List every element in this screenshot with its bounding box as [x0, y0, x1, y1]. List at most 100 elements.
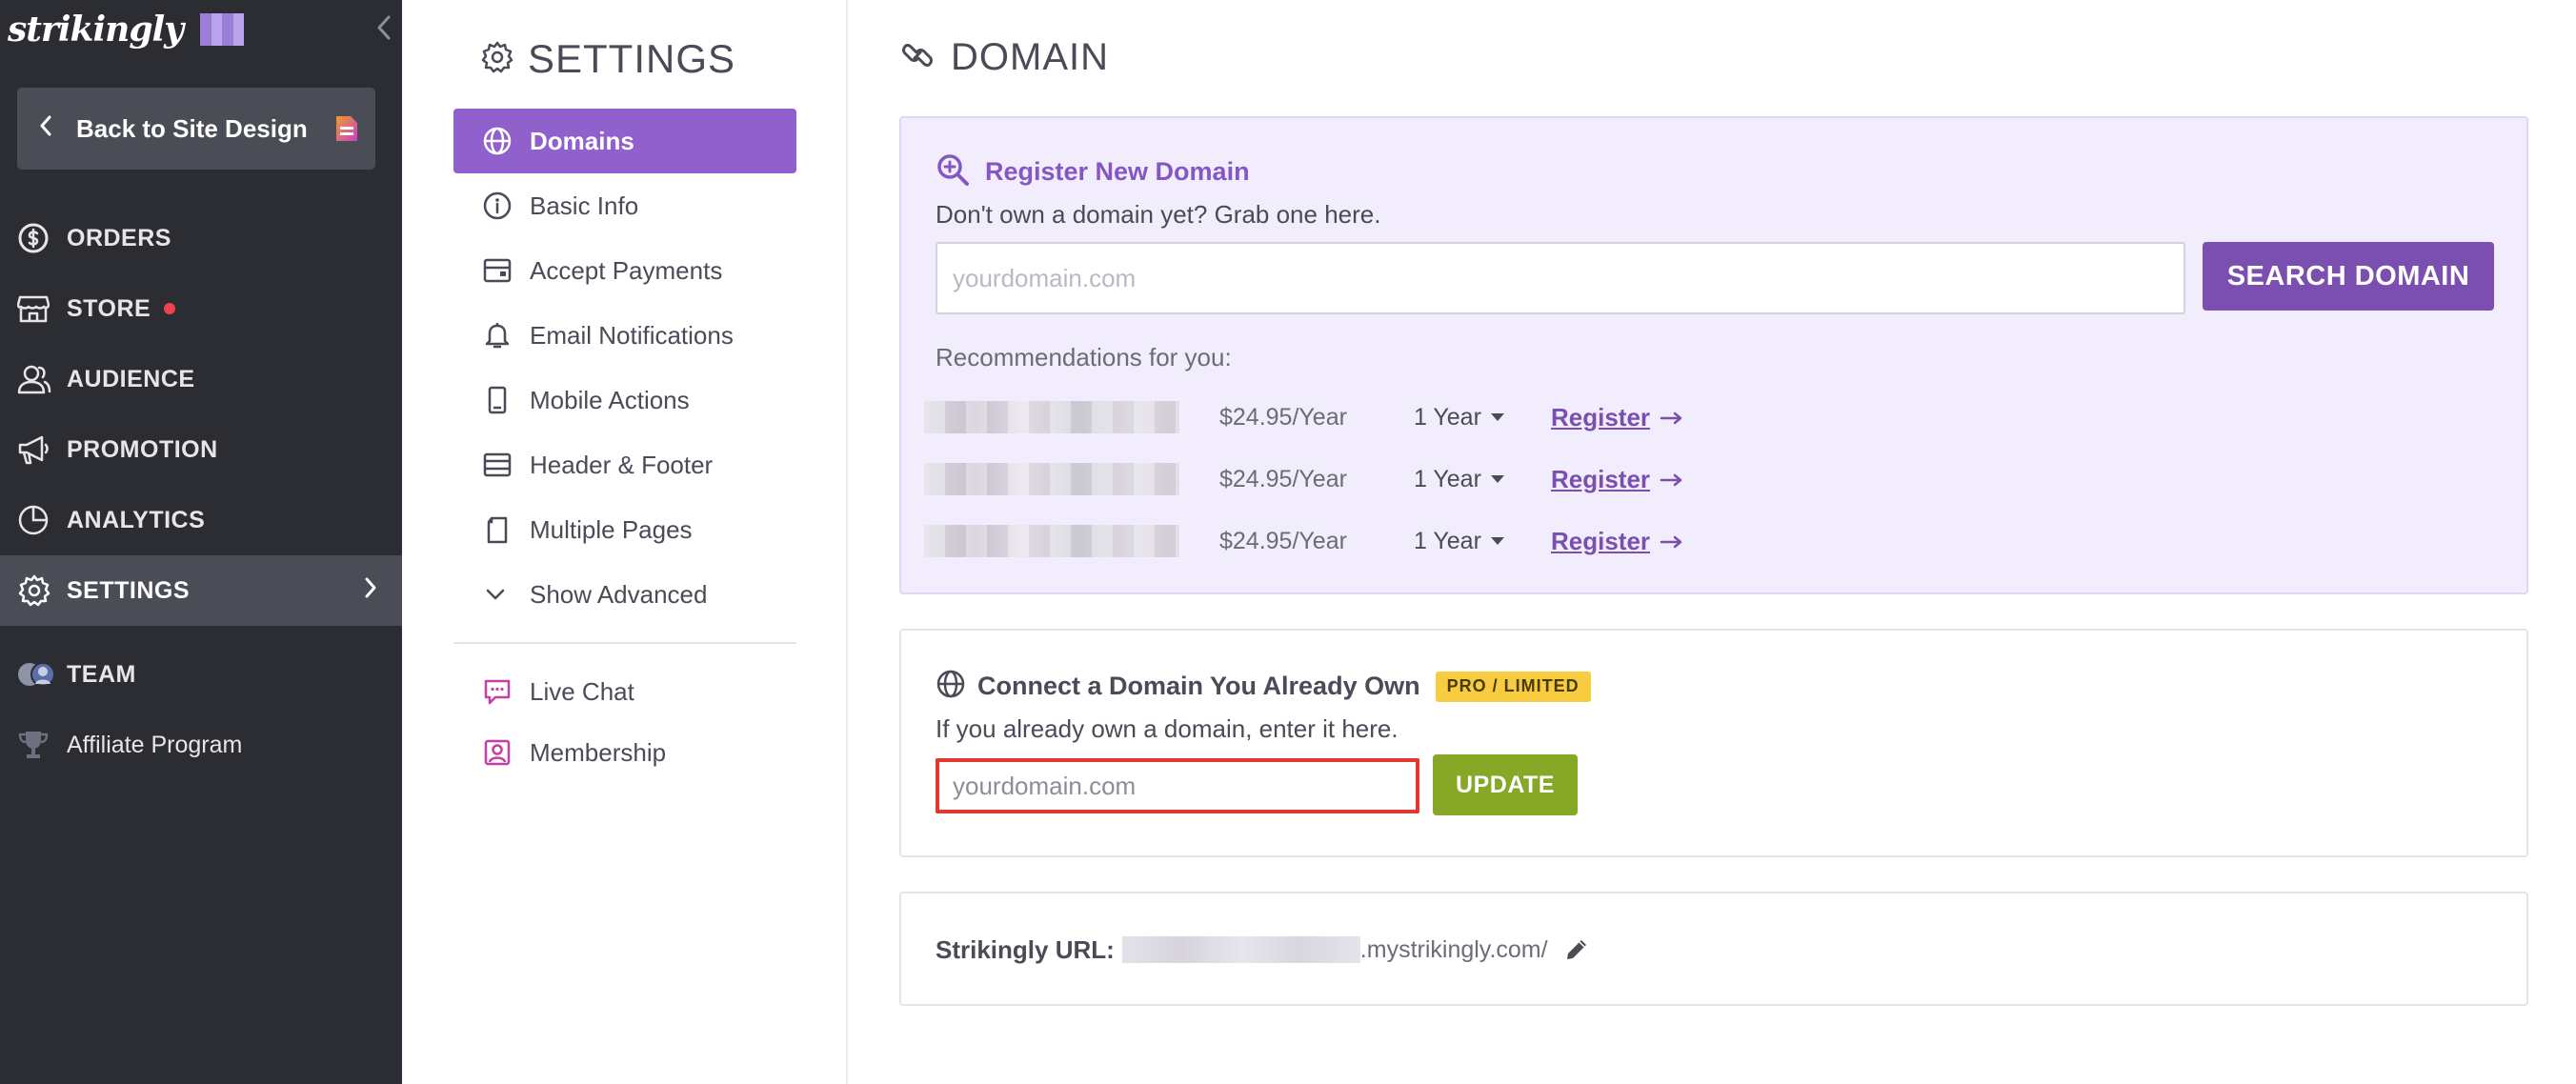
- main-nav: ORDERS STORE AUDIENCE PROMOTION ANALYTIC…: [0, 203, 402, 780]
- nav-item-label: ORDERS: [67, 224, 171, 251]
- settings-menu-label: Domains: [530, 126, 634, 155]
- domain-title: DOMAIN: [951, 36, 1109, 78]
- connect-domain-title: Connect a Domain You Already Own: [977, 672, 1420, 700]
- settings-menu-label: Basic Info: [530, 191, 639, 220]
- register-link[interactable]: Register: [1551, 403, 1684, 432]
- register-link[interactable]: Register: [1551, 465, 1684, 494]
- payment-card-icon: [482, 253, 530, 288]
- strikingly-url-label: Strikingly URL:: [936, 934, 1115, 964]
- nav-item-affiliate-program[interactable]: Affiliate Program: [0, 710, 402, 780]
- settings-menu-live-chat[interactable]: Live Chat: [453, 661, 796, 722]
- team-avatars-icon: [17, 655, 67, 693]
- store-icon: [17, 290, 67, 328]
- settings-menu-domains[interactable]: Domains: [453, 109, 796, 173]
- settings-panel: SETTINGS Domains Basic Info Accept Payme…: [402, 0, 848, 1084]
- connect-domain-heading: Connect a Domain You Already Own PRO / L…: [936, 669, 1591, 704]
- settings-menu-basic-info[interactable]: Basic Info: [453, 173, 796, 238]
- settings-menu-label: Header & Footer: [530, 450, 714, 479]
- settings-menu-membership[interactable]: Membership: [453, 722, 796, 783]
- nav-item-label: STORE: [67, 294, 151, 322]
- audience-icon: [17, 360, 67, 398]
- connect-domain-input[interactable]: [936, 758, 1419, 813]
- redacted-subdomain: [1121, 936, 1360, 963]
- strikingly-url-suffix: .mystrikingly.com/: [1359, 935, 1548, 963]
- settings-menu-label: Membership: [530, 737, 667, 767]
- nav-item-team[interactable]: TEAM: [0, 639, 402, 710]
- megaphone-icon: [17, 431, 67, 469]
- settings-menu: Domains Basic Info Accept Payments Email…: [453, 109, 796, 783]
- strikingly-url-card: Strikingly URL: .mystrikingly.com/: [899, 892, 2528, 1006]
- arrow-right-icon: [1660, 527, 1684, 556]
- membership-icon: [482, 735, 530, 770]
- recommendation-price: $24.95/Year: [1219, 403, 1347, 431]
- header-footer-icon: [482, 448, 530, 482]
- register-link[interactable]: Register: [1551, 527, 1684, 556]
- nav-item-label: AUDIENCE: [67, 365, 195, 392]
- period-dropdown[interactable]: 1 Year: [1414, 404, 1541, 432]
- collapse-sidebar-button[interactable]: [372, 13, 396, 42]
- chevron-right-icon: [364, 574, 377, 607]
- settings-title: SETTINGS: [528, 36, 736, 81]
- strikingly-url-row: Strikingly URL: .mystrikingly.com/: [936, 932, 1592, 968]
- period-value: 1 Year: [1414, 527, 1481, 554]
- nav-item-label: ANALYTICS: [67, 506, 206, 533]
- link-icon: [899, 37, 936, 78]
- search-domain-button[interactable]: SEARCH DOMAIN: [2203, 242, 2494, 311]
- period-dropdown[interactable]: 1 Year: [1414, 466, 1541, 493]
- register-domain-search-input[interactable]: [936, 242, 2185, 314]
- arrow-right-icon: [1660, 403, 1684, 432]
- caret-down-icon: [1490, 475, 1504, 483]
- register-domain-title: Register New Domain: [985, 157, 1250, 186]
- register-link-label: Register: [1551, 464, 1651, 493]
- logo-text: strikingly: [8, 10, 184, 50]
- dollar-circle-icon: [17, 219, 67, 257]
- recommendation-row: $24.95/Year 1 Year Register: [924, 522, 1781, 560]
- chevron-left-icon: [377, 15, 391, 40]
- connect-domain-subtitle: If you already own a domain, enter it he…: [936, 714, 1399, 743]
- nav-item-promotion[interactable]: PROMOTION: [0, 414, 402, 485]
- settings-menu-email-notifications[interactable]: Email Notifications: [453, 303, 796, 368]
- settings-menu-label: Live Chat: [530, 676, 634, 706]
- settings-menu-mobile-actions[interactable]: Mobile Actions: [453, 368, 796, 432]
- strikingly-logo[interactable]: strikingly: [8, 6, 245, 53]
- settings-menu-multiple-pages[interactable]: Multiple Pages: [453, 497, 796, 562]
- settings-menu-header-footer[interactable]: Header & Footer: [453, 432, 796, 497]
- pages-icon: [482, 512, 530, 547]
- back-to-site-design-button[interactable]: Back to Site Design: [17, 88, 375, 170]
- update-button[interactable]: UPDATE: [1433, 754, 1578, 815]
- settings-menu-label: Multiple Pages: [530, 514, 693, 544]
- recommendation-row: $24.95/Year 1 Year Register: [924, 460, 1781, 498]
- site-thumbnail-icon: [200, 13, 245, 46]
- period-dropdown[interactable]: 1 Year: [1414, 528, 1541, 555]
- redacted-domain-name: [924, 401, 1179, 433]
- register-link-label: Register: [1551, 526, 1651, 555]
- nav-item-audience[interactable]: AUDIENCE: [0, 344, 402, 414]
- nav-item-label: SETTINGS: [67, 576, 191, 604]
- register-domain-subtitle: Don't own a domain yet? Grab one here.: [936, 200, 1381, 229]
- domain-header: DOMAIN: [899, 36, 1109, 79]
- caret-down-icon: [1490, 537, 1504, 545]
- chevron-left-icon: [38, 113, 76, 144]
- left-sidebar: strikingly Back to Site Design ORDERS ST…: [0, 0, 402, 1084]
- pencil-edit-icon[interactable]: [1563, 935, 1592, 964]
- redacted-domain-name: [924, 525, 1179, 557]
- recommendation-price: $24.95/Year: [1219, 465, 1347, 492]
- connect-domain-card: Connect a Domain You Already Own PRO / L…: [899, 629, 2528, 857]
- zoom-search-icon: [936, 152, 970, 191]
- register-domain-card: Register New Domain Don't own a domain y…: [899, 116, 2528, 594]
- nav-item-label: PROMOTION: [67, 435, 218, 463]
- nav-item-orders[interactable]: ORDERS: [0, 203, 402, 273]
- info-icon: [482, 189, 530, 223]
- nav-item-settings[interactable]: SETTINGS: [0, 555, 402, 626]
- notification-dot: [164, 303, 176, 314]
- nav-item-analytics[interactable]: ANALYTICS: [0, 485, 402, 555]
- nav-item-store[interactable]: STORE: [0, 273, 402, 344]
- settings-menu-show-advanced[interactable]: Show Advanced: [453, 562, 796, 627]
- chat-icon: [482, 674, 530, 709]
- globe-icon: [482, 124, 530, 158]
- settings-menu-accept-payments[interactable]: Accept Payments: [453, 238, 796, 303]
- settings-menu-label: Mobile Actions: [530, 385, 690, 414]
- recommendations-label: Recommendations for you:: [936, 343, 1232, 371]
- settings-menu-label: Show Advanced: [530, 579, 708, 609]
- pie-chart-icon: [17, 501, 67, 539]
